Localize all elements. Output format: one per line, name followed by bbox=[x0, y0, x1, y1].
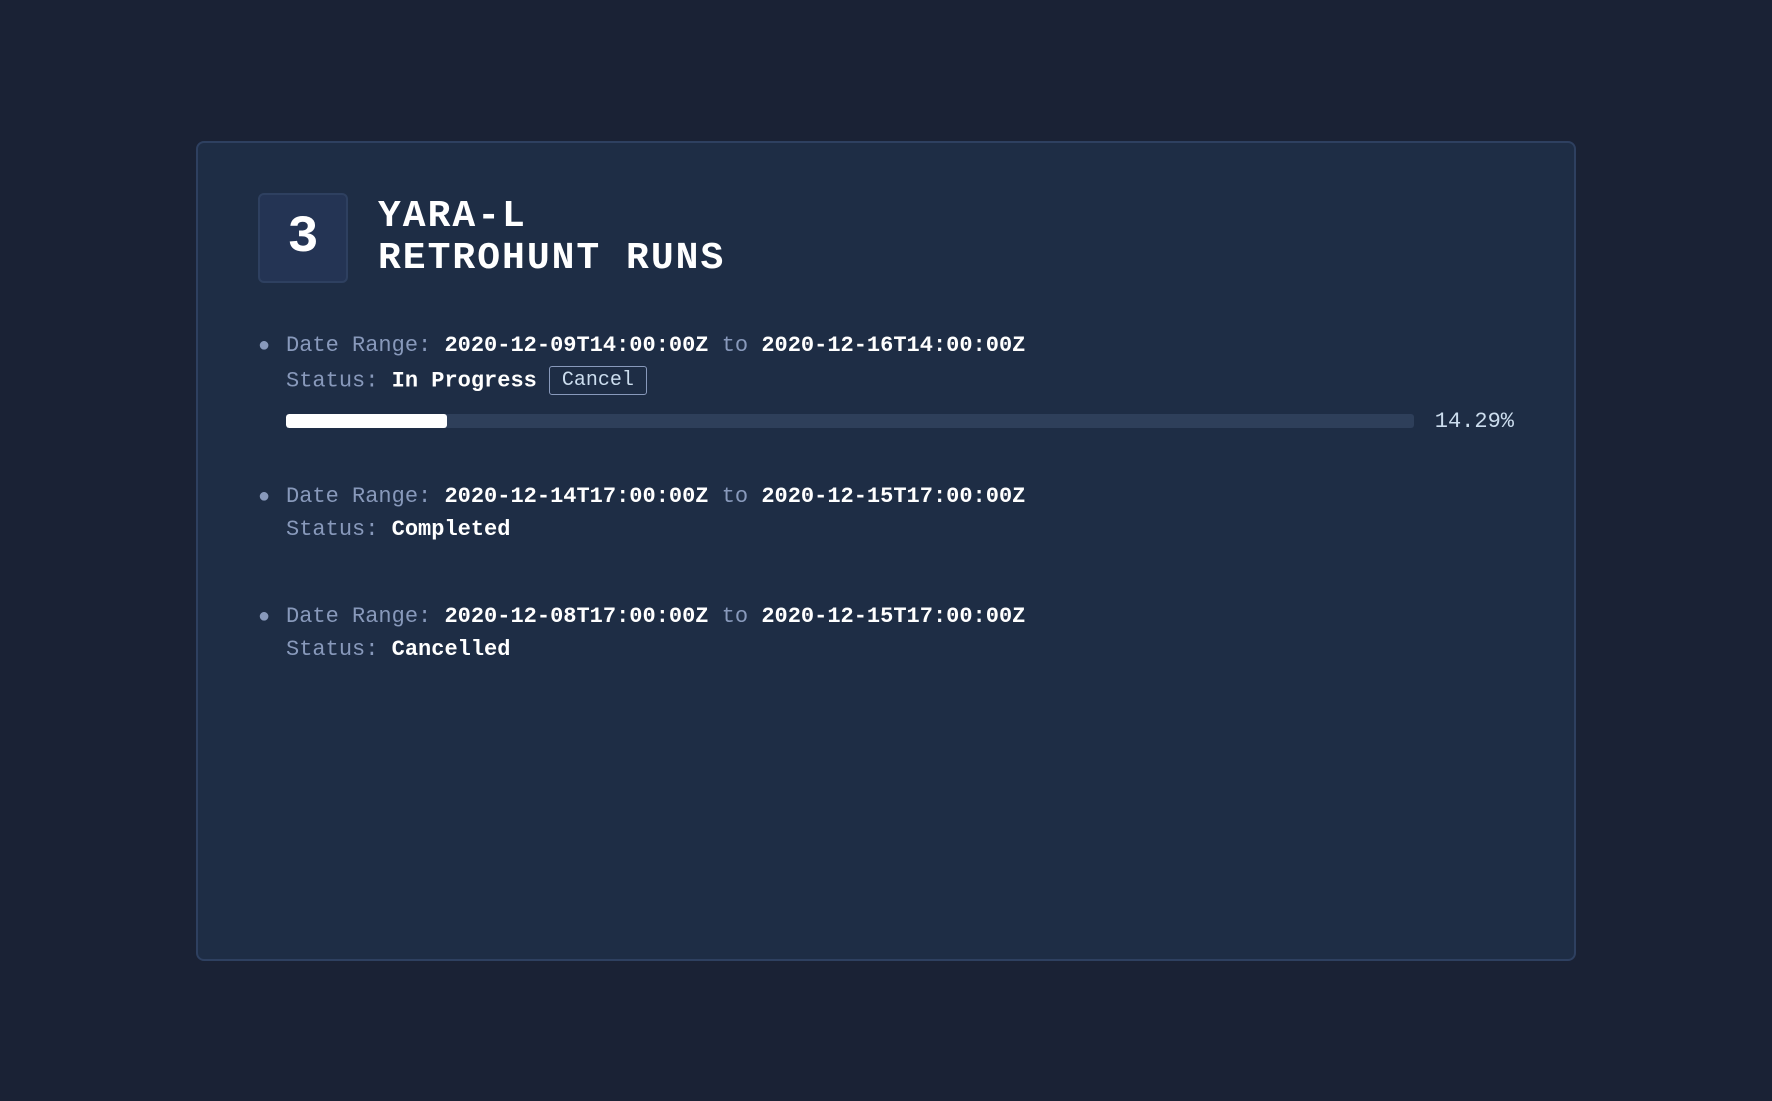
retrohunt-runs-card: 3 YARA-L RETROHUNT RUNS ● Date Range: 20… bbox=[196, 141, 1576, 961]
progress-pct-1: 14.29% bbox=[1434, 409, 1514, 434]
card-header: 3 YARA-L RETROHUNT RUNS bbox=[258, 193, 1514, 283]
date-range-end-3: 2020-12-15T17:00:00Z bbox=[761, 604, 1025, 629]
run-date-row-1: ● Date Range: 2020-12-09T14:00:00Z to 20… bbox=[258, 333, 1514, 434]
progress-container-1: 14.29% bbox=[286, 409, 1514, 434]
status-value-1: In Progress bbox=[392, 368, 537, 393]
bullet-icon-3: ● bbox=[258, 606, 270, 629]
progress-bar-fill-1 bbox=[286, 414, 447, 428]
run-details-1: Date Range: 2020-12-09T14:00:00Z to 2020… bbox=[286, 333, 1514, 434]
cancel-button-1[interactable]: Cancel bbox=[549, 366, 647, 395]
date-range-line-1: Date Range: 2020-12-09T14:00:00Z to 2020… bbox=[286, 333, 1514, 358]
run-count: 3 bbox=[287, 208, 318, 267]
date-range-start-3: 2020-12-08T17:00:00Z bbox=[444, 604, 708, 629]
bullet-icon-2: ● bbox=[258, 486, 270, 509]
date-range-line-2: Date Range: 2020-12-14T17:00:00Z to 2020… bbox=[286, 484, 1514, 509]
date-range-sep-1: to bbox=[709, 333, 762, 358]
date-range-start-2: 2020-12-14T17:00:00Z bbox=[444, 484, 708, 509]
status-label-1: Status: bbox=[286, 368, 392, 393]
date-range-end-1: 2020-12-16T14:00:00Z bbox=[761, 333, 1025, 358]
run-item-2: ● Date Range: 2020-12-14T17:00:00Z to 20… bbox=[258, 484, 1514, 554]
progress-bar-bg-1 bbox=[286, 414, 1414, 428]
card-title-block: YARA-L RETROHUNT RUNS bbox=[378, 196, 725, 280]
date-range-label-3: Date Range: bbox=[286, 604, 444, 629]
date-range-sep-2: to bbox=[709, 484, 762, 509]
date-range-start-1: 2020-12-09T14:00:00Z bbox=[444, 333, 708, 358]
status-line-1: Status: In Progress Cancel bbox=[286, 366, 1514, 395]
run-date-row-2: ● Date Range: 2020-12-14T17:00:00Z to 20… bbox=[258, 484, 1514, 554]
card-title-line2: RETROHUNT RUNS bbox=[378, 238, 725, 280]
run-details-3: Date Range: 2020-12-08T17:00:00Z to 2020… bbox=[286, 604, 1514, 674]
date-range-label-2: Date Range: bbox=[286, 484, 444, 509]
status-label-2: Status: bbox=[286, 517, 392, 542]
run-item-3: ● Date Range: 2020-12-08T17:00:00Z to 20… bbox=[258, 604, 1514, 674]
status-value-3: Cancelled bbox=[392, 637, 511, 662]
date-range-end-2: 2020-12-15T17:00:00Z bbox=[761, 484, 1025, 509]
runs-list: ● Date Range: 2020-12-09T14:00:00Z to 20… bbox=[258, 333, 1514, 674]
run-details-2: Date Range: 2020-12-14T17:00:00Z to 2020… bbox=[286, 484, 1514, 554]
date-range-sep-3: to bbox=[709, 604, 762, 629]
status-line-3: Status: Cancelled bbox=[286, 637, 1514, 662]
bullet-icon-1: ● bbox=[258, 335, 270, 358]
run-item-1: ● Date Range: 2020-12-09T14:00:00Z to 20… bbox=[258, 333, 1514, 434]
run-count-box: 3 bbox=[258, 193, 348, 283]
date-range-line-3: Date Range: 2020-12-08T17:00:00Z to 2020… bbox=[286, 604, 1514, 629]
date-range-label-1: Date Range: bbox=[286, 333, 444, 358]
status-label-3: Status: bbox=[286, 637, 392, 662]
status-value-2: Completed bbox=[392, 517, 511, 542]
card-title-line1: YARA-L bbox=[378, 196, 725, 238]
run-date-row-3: ● Date Range: 2020-12-08T17:00:00Z to 20… bbox=[258, 604, 1514, 674]
status-line-2: Status: Completed bbox=[286, 517, 1514, 542]
